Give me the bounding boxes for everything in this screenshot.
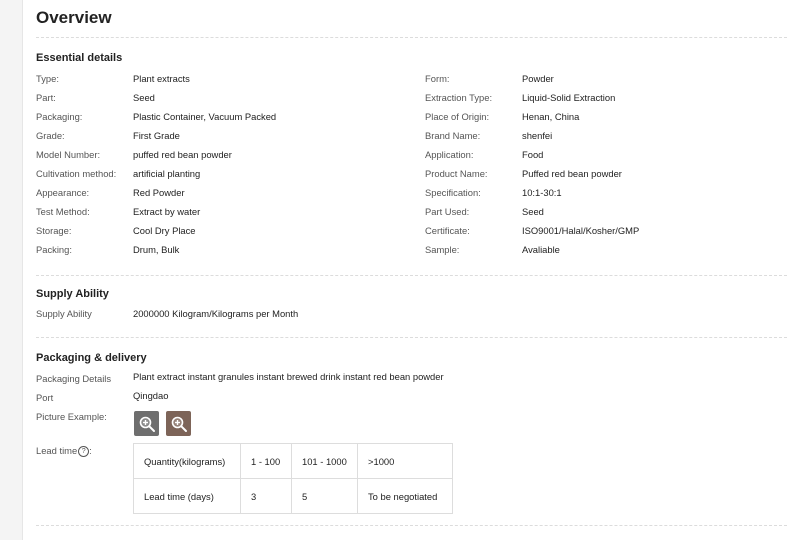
page-title: Overview	[36, 8, 112, 27]
detail-key: Part Used:	[425, 206, 470, 217]
table-cell: 1 - 100	[240, 443, 292, 479]
detail-key: Form:	[425, 73, 450, 84]
packaging-delivery-title: Packaging & delivery	[36, 352, 147, 364]
zoom-icon	[171, 416, 187, 432]
detail-key: Sample:	[425, 244, 460, 255]
detail-value: artificial planting	[133, 168, 201, 179]
detail-key: Brand Name:	[425, 130, 481, 141]
table-row: Quantity(kilograms) 1 - 100 101 - 1000 >…	[133, 443, 453, 479]
detail-key: Packaging:	[36, 111, 83, 122]
row-key: Supply Ability	[36, 308, 92, 319]
detail-key: Extraction Type:	[425, 92, 493, 103]
supply-ability-title: Supply Ability	[36, 288, 109, 300]
detail-key: Cultivation method:	[36, 168, 117, 179]
detail-value: ISO9001/Halal/Kosher/GMP	[522, 225, 640, 236]
table-cell: 101 - 1000	[291, 443, 358, 479]
detail-key: Appearance:	[36, 187, 90, 198]
detail-key: Product Name:	[425, 168, 488, 179]
divider	[36, 337, 787, 338]
detail-value: Seed	[133, 92, 155, 103]
row-key: Port	[36, 392, 54, 403]
table-cell: Quantity(kilograms)	[133, 443, 241, 479]
detail-key: Test Method:	[36, 206, 90, 217]
detail-value: Drum, Bulk	[133, 244, 180, 255]
detail-value: Liquid-Solid Extraction	[522, 92, 616, 103]
detail-value: Seed	[522, 206, 544, 217]
table-cell: 3	[240, 478, 292, 514]
detail-value: Puffed red bean powder	[522, 168, 622, 179]
lead-time-label: Lead time?:	[36, 445, 92, 458]
row-key: Picture Example:	[36, 411, 107, 422]
table-cell: 5	[291, 478, 358, 514]
detail-value: shenfei	[522, 130, 553, 141]
detail-value: Extract by water	[133, 206, 201, 217]
detail-value: Henan, China	[522, 111, 580, 122]
detail-value: puffed red bean powder	[133, 149, 232, 160]
row-value: Qingdao	[133, 390, 169, 401]
table-row: Lead time (days) 3 5 To be negotiated	[133, 478, 453, 514]
divider	[36, 37, 787, 38]
detail-value: Red Powder	[133, 187, 185, 198]
row-value: Plant extract instant granules instant b…	[133, 371, 444, 382]
essential-details-title: Essential details	[36, 52, 123, 64]
table-cell: >1000	[357, 443, 453, 479]
detail-key: Part:	[36, 92, 56, 103]
detail-key: Specification:	[425, 187, 481, 198]
row-value: 2000000 Kilogram/Kilograms per Month	[133, 308, 299, 319]
detail-key: Grade:	[36, 130, 65, 141]
row-key: Packaging Details	[36, 373, 112, 384]
divider	[36, 525, 787, 526]
detail-value: Cool Dry Place	[133, 225, 196, 236]
detail-key: Application:	[425, 149, 474, 160]
detail-key: Model Number:	[36, 149, 101, 160]
table-cell: Lead time (days)	[133, 478, 241, 514]
detail-value: Plant extracts	[133, 73, 190, 84]
detail-key: Certificate:	[425, 225, 470, 236]
detail-key: Place of Origin:	[425, 111, 490, 122]
divider	[36, 275, 787, 276]
help-icon[interactable]: ?	[78, 446, 90, 458]
detail-key: Type:	[36, 73, 59, 84]
detail-key: Storage:	[36, 225, 72, 236]
detail-value: Avaliable	[522, 244, 560, 255]
product-overview-panel: Overview Essential details Type: Plant ex…	[22, 0, 800, 540]
detail-value: Powder	[522, 73, 554, 84]
detail-key: Packing:	[36, 244, 72, 255]
zoom-icon	[139, 416, 155, 432]
lead-time-table: Quantity(kilograms) 1 - 100 101 - 1000 >…	[133, 443, 453, 514]
detail-value: First Grade	[133, 130, 180, 141]
table-cell: To be negotiated	[357, 478, 453, 514]
picture-thumbnail[interactable]	[166, 411, 191, 436]
detail-value: Plastic Container, Vacuum Packed	[133, 111, 277, 122]
detail-value: 10:1-30:1	[522, 187, 562, 198]
detail-value: Food	[522, 149, 544, 160]
picture-thumbnail[interactable]	[134, 411, 159, 436]
row-key: Lead time	[36, 445, 78, 456]
